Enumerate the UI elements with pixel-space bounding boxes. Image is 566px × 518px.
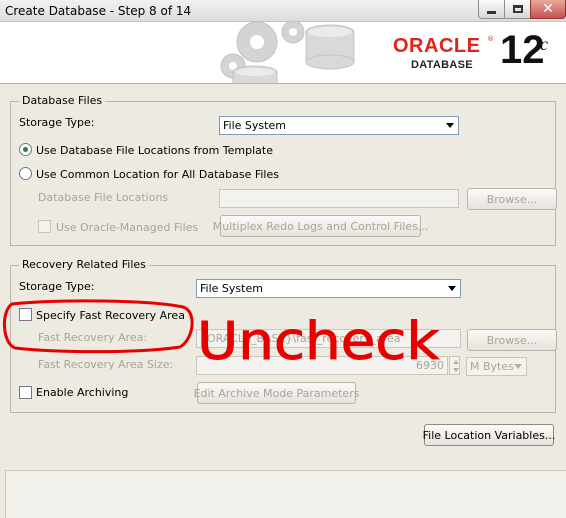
file-location-variables-button[interactable]: File Location Variables... xyxy=(423,424,555,446)
fra-size-spinner[interactable] xyxy=(449,356,460,375)
enable-archiving-checkbox[interactable] xyxy=(19,386,32,399)
use-template-label[interactable]: Use Database File Locations from Templat… xyxy=(36,144,273,157)
header-banner: ORACLE ® DATABASE 12 c xyxy=(0,22,566,84)
file-locations-label: Database File Locations xyxy=(38,191,169,204)
oracle-logo: ORACLE xyxy=(393,35,481,57)
file-locations-input[interactable] xyxy=(219,189,459,208)
chevron-down-icon xyxy=(514,364,522,369)
spinner-up-icon xyxy=(453,360,459,364)
maximize-button[interactable] xyxy=(504,0,531,19)
use-template-radio[interactable] xyxy=(19,143,32,156)
chevron-down-icon xyxy=(446,123,454,128)
multiplex-redo-logs-button[interactable]: Multiplex Redo Logs and Control Files... xyxy=(213,215,428,237)
enable-archiving-label[interactable]: Enable Archiving xyxy=(36,386,128,399)
title-bar: Create Database - Step 8 of 14 ✕ xyxy=(0,0,566,22)
annotation-text: Uncheck xyxy=(197,312,439,372)
minimize-icon xyxy=(487,10,496,14)
uncheck-annotation: Uncheck xyxy=(3,299,440,373)
db-browse-button[interactable]: Browse... xyxy=(467,188,557,210)
recovery-files-legend: Recovery Related Files xyxy=(19,258,149,271)
close-button[interactable]: ✕ xyxy=(530,0,566,19)
recovery-storage-type-label: Storage Type: xyxy=(19,280,95,293)
version-number: 12 xyxy=(500,28,545,72)
oracle-managed-files-checkbox[interactable] xyxy=(38,220,51,233)
bottom-panel xyxy=(5,470,566,518)
close-icon: ✕ xyxy=(542,1,554,17)
db-storage-type-value: File System xyxy=(223,119,286,132)
db-storage-type-select[interactable]: File System xyxy=(219,116,459,135)
version-suffix: c xyxy=(540,34,548,54)
recovery-browse-button[interactable]: Browse... xyxy=(467,329,557,351)
chevron-down-icon xyxy=(448,286,456,291)
database-files-legend: Database Files xyxy=(19,94,106,107)
maximize-icon xyxy=(512,5,523,13)
annotation-highlight-circle xyxy=(3,299,194,354)
use-common-location-label[interactable]: Use Common Location for All Database Fil… xyxy=(36,168,279,181)
use-common-location-radio[interactable] xyxy=(19,167,32,180)
window-title: Create Database - Step 8 of 14 xyxy=(5,4,192,18)
registered-mark: ® xyxy=(487,35,494,43)
gears-database-graphic xyxy=(220,22,355,83)
oracle-managed-files-label: Use Oracle-Managed Files xyxy=(56,221,199,234)
fra-size-unit-select[interactable]: M Bytes xyxy=(466,357,527,376)
edit-archive-mode-parameters-button[interactable]: Edit Archive Mode Parameters xyxy=(194,382,359,404)
oracle-database-label: DATABASE xyxy=(411,59,473,71)
fra-size-unit-value: M Bytes xyxy=(470,360,514,373)
recovery-storage-type-value: File System xyxy=(200,282,263,295)
db-storage-type-label: Storage Type: xyxy=(19,116,95,129)
minimize-button[interactable] xyxy=(478,0,505,19)
spinner-down-icon xyxy=(453,368,459,372)
